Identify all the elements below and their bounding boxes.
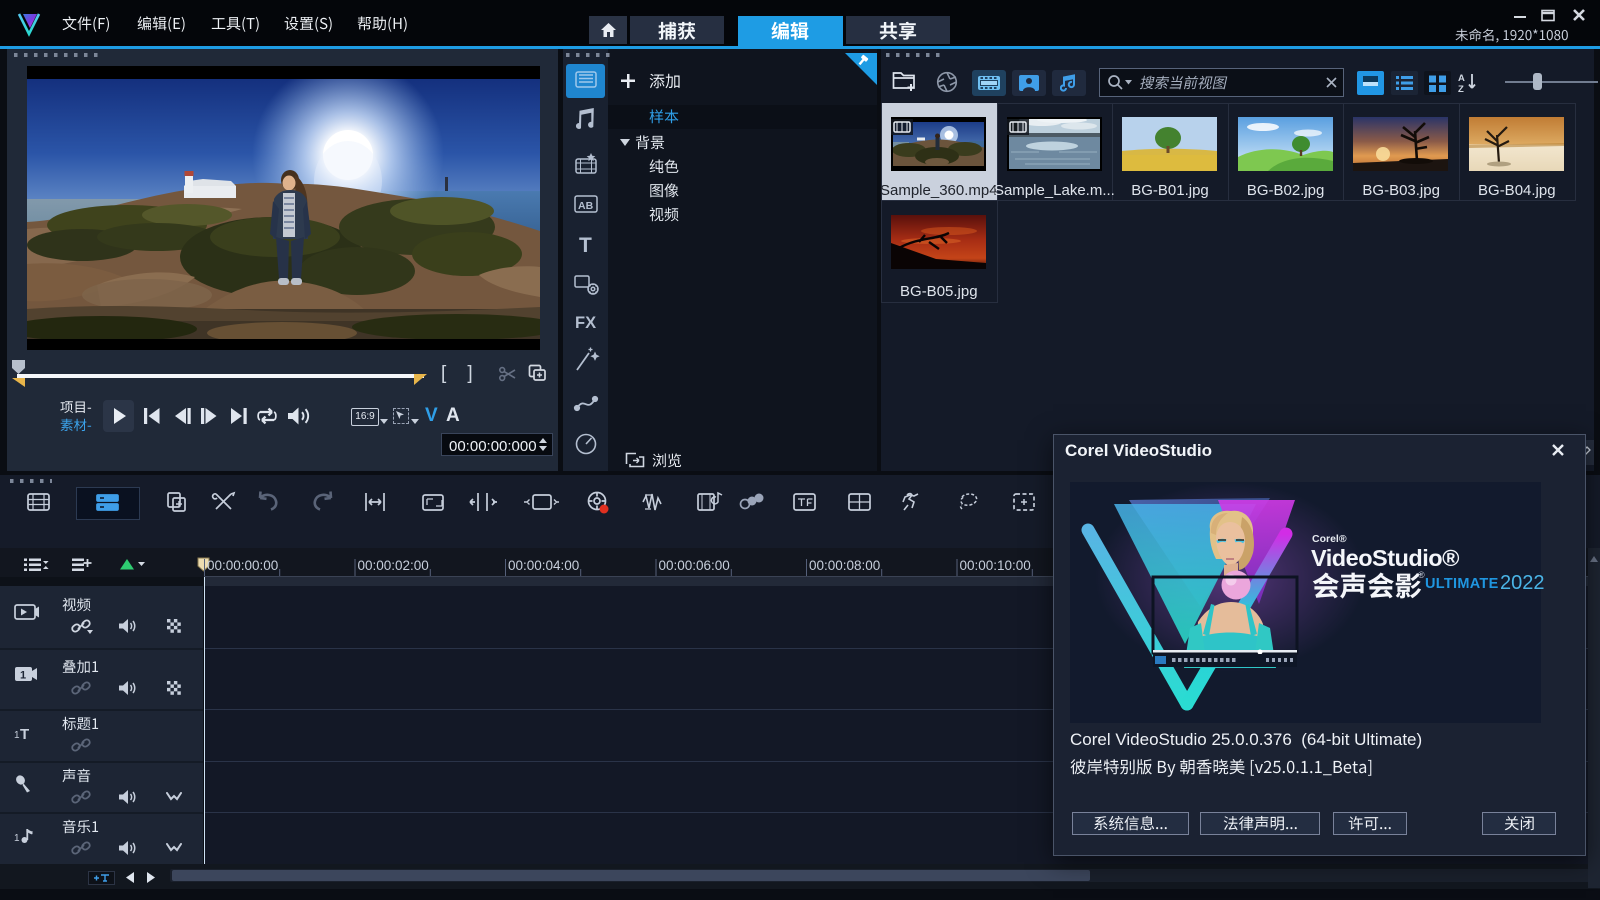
- svg-text:VideoStudio®: VideoStudio®: [1311, 545, 1459, 571]
- svg-text:AB: AB: [578, 200, 594, 212]
- svg-text:FX: FX: [575, 314, 596, 332]
- svg-text:1: 1: [20, 670, 26, 682]
- svg-text:T: T: [579, 234, 592, 257]
- svg-text:1: 1: [14, 833, 20, 844]
- svg-text:A: A: [1458, 73, 1465, 84]
- svg-text:Corel®: Corel®: [1312, 533, 1347, 545]
- svg-text:T: T: [20, 726, 29, 742]
- svg-text:Z: Z: [1458, 84, 1464, 94]
